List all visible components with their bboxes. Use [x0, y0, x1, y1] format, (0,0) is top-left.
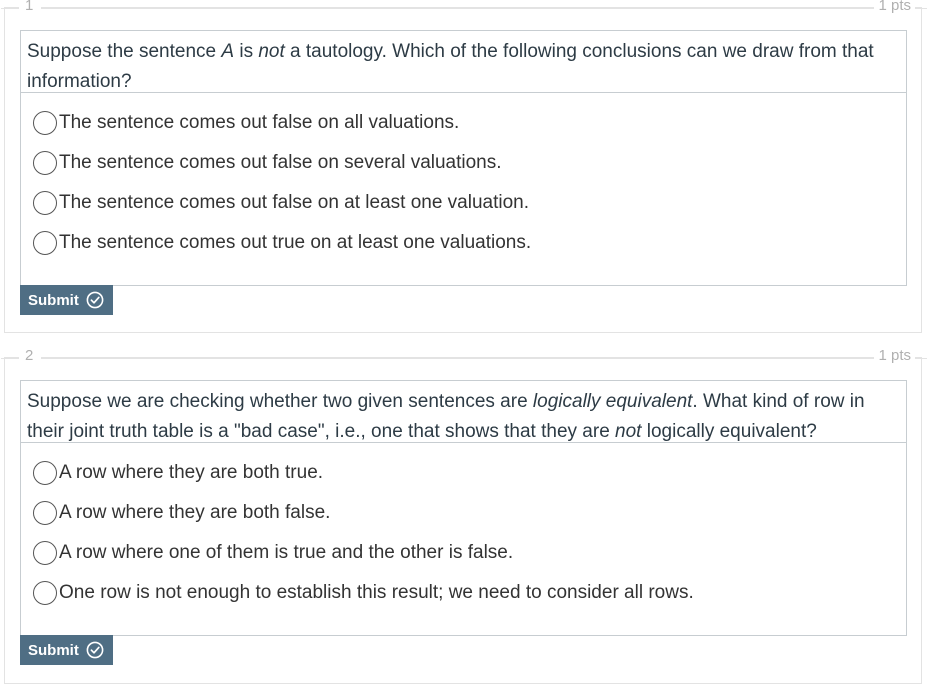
- question-number: 1: [19, 0, 42, 16]
- question-2: 2 1 pts Suppose we are checking whether …: [1, 346, 927, 684]
- answer-label: A row where one of them is true and the …: [59, 542, 514, 563]
- question-card: Suppose we are checking whether two give…: [20, 380, 907, 636]
- radio-circle-icon[interactable]: [33, 541, 57, 565]
- question-text-italic: not: [258, 41, 285, 62]
- check-circle-icon: [86, 641, 104, 659]
- answer-option[interactable]: The sentence comes out false on several …: [21, 143, 906, 183]
- answer-label: The sentence comes out true on at least …: [59, 232, 532, 253]
- answer-option[interactable]: The sentence comes out true on at least …: [21, 223, 906, 263]
- answer-option[interactable]: The sentence comes out false on all valu…: [21, 103, 906, 143]
- question-text-part: Suppose the sentence: [27, 41, 222, 62]
- question-text-part: is: [234, 41, 259, 62]
- question-header: 2 1 pts: [1, 346, 927, 370]
- radio-circle-icon[interactable]: [33, 231, 57, 255]
- question-text-part: logically equivalent?: [641, 421, 817, 442]
- check-circle-icon: [86, 291, 104, 309]
- submit-label: Submit: [28, 291, 79, 309]
- answer-label: The sentence comes out false on all valu…: [59, 112, 460, 133]
- answer-list: A row where they are both true. A row wh…: [21, 443, 906, 613]
- answer-label: A row where they are both true.: [59, 462, 324, 483]
- submit-button[interactable]: Submit: [20, 635, 113, 665]
- answer-label: A row where they are both false.: [59, 502, 331, 523]
- radio-circle-icon[interactable]: [33, 151, 57, 175]
- question-1: 1 1 pts Suppose the sentence A is not a …: [1, 0, 927, 333]
- submit-button[interactable]: Submit: [20, 285, 113, 315]
- radio-circle-icon[interactable]: [33, 191, 57, 215]
- header-divider: [1, 8, 927, 9]
- question-text-part: Suppose we are checking whether two give…: [27, 391, 533, 412]
- question-text-italic: logically equivalent: [532, 391, 693, 412]
- question-text: Suppose we are checking whether two give…: [21, 381, 906, 443]
- answer-list: The sentence comes out false on all valu…: [21, 93, 906, 263]
- question-points: 1 pts: [874, 0, 915, 16]
- answer-option[interactable]: A row where one of them is true and the …: [21, 533, 906, 573]
- radio-circle-icon[interactable]: [33, 461, 57, 485]
- submit-label: Submit: [28, 641, 79, 659]
- radio-circle-icon[interactable]: [33, 501, 57, 525]
- answer-label: The sentence comes out false on at least…: [59, 192, 530, 213]
- question-points: 1 pts: [874, 346, 915, 366]
- answer-option[interactable]: One row is not enough to establish this …: [21, 573, 906, 613]
- answer-option[interactable]: A row where they are both true.: [21, 453, 906, 493]
- question-header: 1 1 pts: [1, 0, 927, 20]
- question-text-italic: not: [615, 421, 642, 442]
- question-text: Suppose the sentence A is not a tautolog…: [21, 31, 906, 93]
- answer-label: The sentence comes out false on several …: [59, 152, 502, 173]
- question-number: 2: [19, 346, 42, 366]
- header-divider: [1, 358, 927, 359]
- answer-label: One row is not enough to establish this …: [59, 582, 694, 603]
- radio-circle-icon[interactable]: [33, 581, 57, 605]
- question-text-italic: A: [221, 41, 235, 62]
- answer-option[interactable]: A row where they are both false.: [21, 493, 906, 533]
- radio-circle-icon[interactable]: [33, 111, 57, 135]
- question-card: Suppose the sentence A is not a tautolog…: [20, 30, 907, 286]
- answer-option[interactable]: The sentence comes out false on at least…: [21, 183, 906, 223]
